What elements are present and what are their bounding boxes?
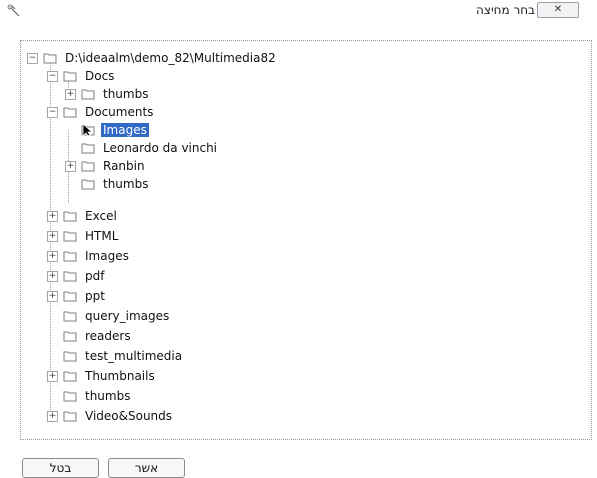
tree-item-html[interactable]: + HTML — [47, 227, 120, 245]
tree-item-label: Images — [85, 249, 129, 263]
tree-item-root[interactable]: − D:\ideaalm\demo_82\Multimedia82 — [27, 49, 278, 67]
tree-item-video-sounds[interactable]: + Video&Sounds — [47, 407, 174, 425]
expand-toggle[interactable]: + — [65, 88, 76, 100]
folder-icon — [81, 160, 95, 172]
expand-toggle[interactable]: + — [47, 250, 58, 262]
folder-icon — [63, 410, 77, 422]
tree-item-ppt[interactable]: + ppt — [47, 287, 107, 305]
folder-icon — [63, 70, 77, 82]
folder-icon — [63, 290, 77, 302]
expand-toggle[interactable]: + — [65, 160, 76, 172]
close-button[interactable]: ✕ — [537, 2, 579, 18]
expand-toggle[interactable]: + — [47, 270, 58, 282]
folder-icon — [43, 52, 57, 64]
folder-icon — [63, 330, 77, 342]
collapse-toggle[interactable]: − — [47, 106, 58, 118]
window-title: בחר מחיצה — [476, 3, 535, 17]
collapse-toggle[interactable]: − — [47, 70, 58, 82]
tree-item-label: test_multimedia — [85, 349, 183, 363]
folder-icon — [81, 142, 95, 154]
folder-icon — [63, 250, 77, 262]
tree-item-thumbs[interactable]: thumbs — [47, 387, 132, 405]
folder-icon — [81, 88, 95, 100]
tree-item-label: ppt — [85, 289, 105, 303]
tree-item-label: Excel — [85, 209, 117, 223]
collapse-toggle[interactable]: − — [27, 52, 38, 64]
tree-item-pdf[interactable]: + pdf — [47, 267, 106, 285]
tree-item-label: thumbs — [85, 389, 131, 403]
folder-tree[interactable]: − D:\ideaalm\demo_82\Multimedia82 − Docs… — [20, 40, 592, 440]
tree-item-thumbnails[interactable]: + Thumbnails — [47, 367, 157, 385]
folder-icon — [63, 106, 77, 118]
tree-item-thumbs[interactable]: thumbs — [65, 175, 150, 193]
folder-icon — [81, 178, 95, 190]
tree-item-excel[interactable]: + Excel — [47, 207, 119, 225]
tree-item-label: thumbs — [103, 177, 149, 191]
expand-toggle[interactable]: + — [47, 210, 58, 222]
folder-icon — [63, 310, 77, 322]
dialog-footer: בטל אשר — [0, 446, 597, 478]
ok-button[interactable]: אשר — [108, 458, 185, 478]
tree-item-label: D:\ideaalm\demo_82\Multimedia82 — [65, 51, 276, 65]
tree-item-label: readers — [85, 329, 131, 343]
cancel-button[interactable]: בטל — [22, 458, 99, 478]
tree-item-documents[interactable]: − Documents — [47, 103, 155, 121]
folder-icon — [63, 210, 77, 222]
expand-toggle[interactable]: + — [47, 230, 58, 242]
tree-item-label: Video&Sounds — [85, 409, 173, 423]
tree-item-label: Ranbin — [103, 159, 145, 173]
tree-item-readers[interactable]: readers — [47, 327, 133, 345]
tree-item-label: Docs — [85, 69, 115, 83]
folder-icon — [63, 270, 77, 282]
tree-item-thumbs[interactable]: + thumbs — [65, 85, 150, 103]
tree-item-label: thumbs — [103, 87, 149, 101]
tree-item-images-selected[interactable]: Images — [65, 121, 149, 139]
folder-picker-dialog: בחר מחיצה ✕ − D:\ideaalm\demo_82\Multime… — [0, 0, 597, 478]
tree-item-test-multimedia[interactable]: test_multimedia — [47, 347, 184, 365]
tree-item-images[interactable]: + Images — [47, 247, 131, 265]
expand-toggle[interactable]: + — [47, 290, 58, 302]
tree-item-label: Leonardo da vinchi — [103, 141, 218, 155]
folder-icon — [63, 370, 77, 382]
tree-item-label: Thumbnails — [85, 369, 155, 383]
title-bar: בחר מחיצה ✕ — [0, 0, 597, 22]
tree-item-label: pdf — [85, 269, 105, 283]
folder-icon — [63, 350, 77, 362]
tree-item-label: query_images — [85, 309, 170, 323]
tree-item-docs[interactable]: − Docs — [47, 67, 116, 85]
app-icon — [7, 4, 20, 17]
expand-toggle[interactable]: + — [47, 370, 58, 382]
close-icon: ✕ — [553, 4, 563, 15]
tree-item-leonardo[interactable]: Leonardo da vinchi — [65, 139, 219, 157]
folder-icon — [63, 390, 77, 402]
tree-item-label: HTML — [85, 229, 119, 243]
tree-item-ranbin[interactable]: + Ranbin — [65, 157, 147, 175]
tree-item-label: Images — [101, 123, 149, 137]
expand-toggle[interactable]: + — [47, 410, 58, 422]
folder-icon — [63, 230, 77, 242]
cursor-icon — [82, 123, 94, 137]
tree-item-label: Documents — [85, 105, 154, 119]
tree-item-query-images[interactable]: query_images — [47, 307, 171, 325]
